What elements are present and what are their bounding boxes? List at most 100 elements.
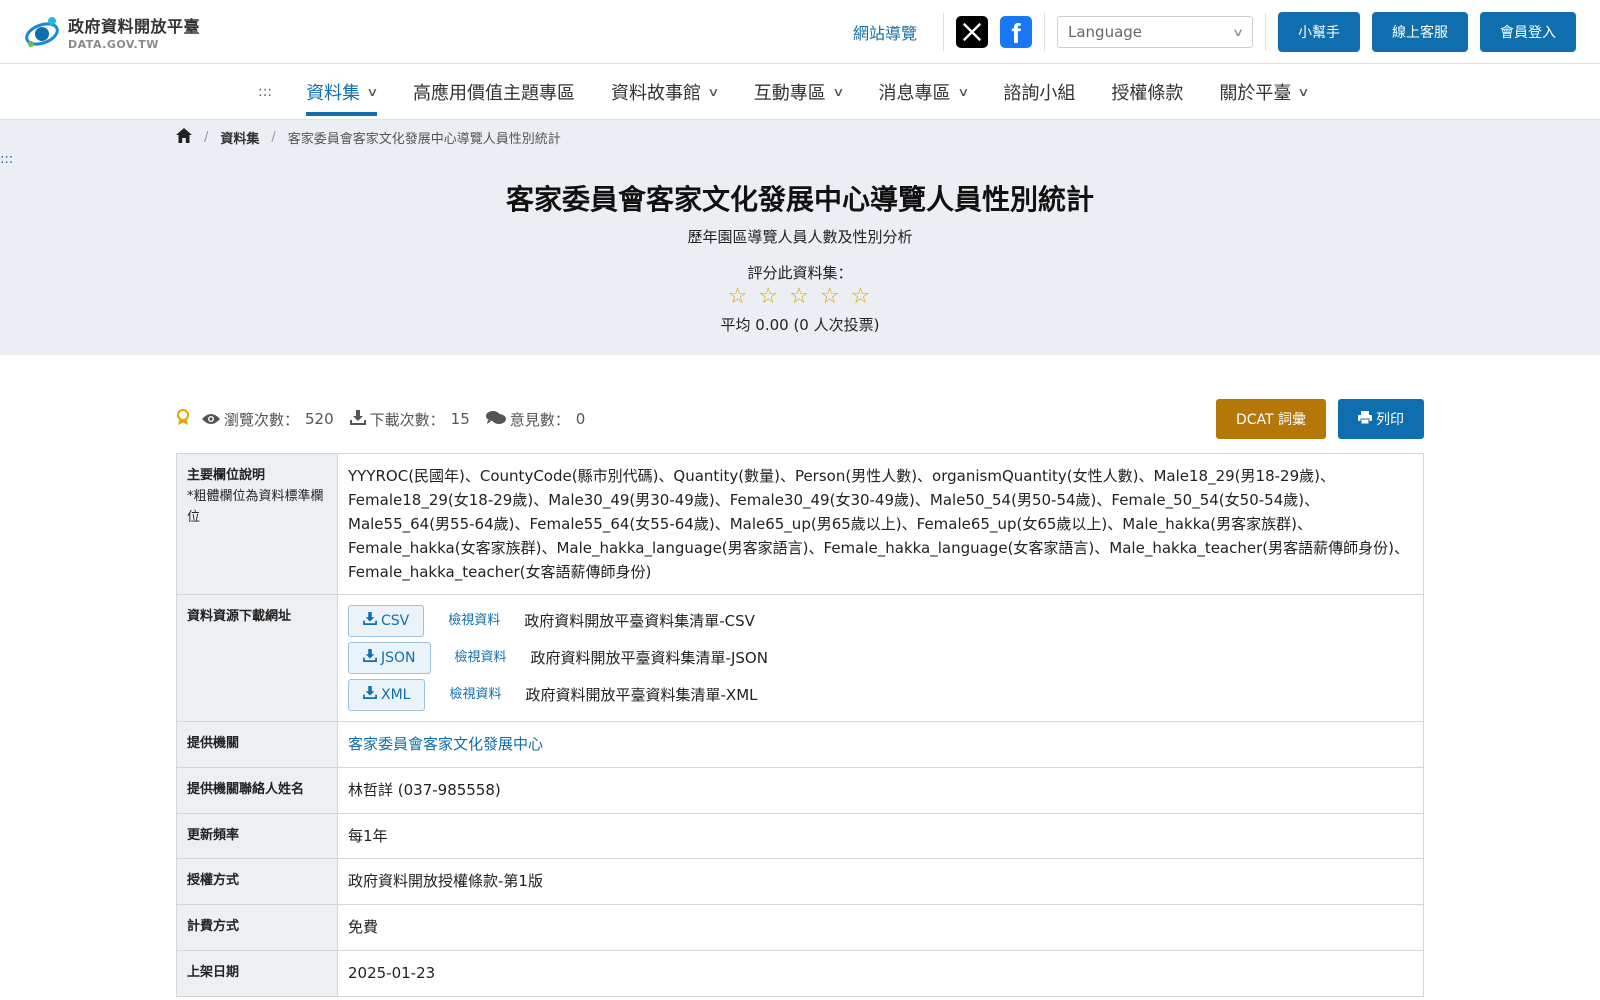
breadcrumb-current: 客家委員會客家文化發展中心導覽人員性別統計 — [287, 132, 561, 147]
site-logo[interactable]: 政府資料開放平臺 DATA.GOV.TW — [22, 12, 200, 52]
nav-item-label: 高應用價值主題專區 — [412, 82, 575, 104]
rating-label: 評分此資料集： — [747, 264, 853, 282]
nav-item-label: 互動專區 — [753, 82, 826, 104]
breadcrumb-separator: / — [271, 130, 276, 145]
table-row: 主要欄位說明 *粗體欄位為資料標準欄位 YYYROC(民國年)、CountyCo… — [177, 454, 1423, 595]
download-csv-button[interactable]: CSV — [348, 605, 425, 637]
language-select[interactable]: Language ∨ — [1057, 16, 1253, 48]
nav-item-about[interactable]: 關於平臺 ∨ — [1219, 64, 1310, 120]
logo-subtitle: DATA.GOV.TW — [68, 38, 159, 51]
dcat-vocabulary-button[interactable]: DCAT 詞彙 — [1215, 399, 1326, 439]
table-row: 上架日期 2025-01-23 — [177, 950, 1423, 996]
nav-item-label: 關於平臺 — [1219, 82, 1292, 104]
dataset-hero: / 資料集 / 客家委員會客家文化發展中心導覽人員性別統計 ::: 客家委員會客… — [0, 120, 1600, 355]
nav-item-label: 諮詢小組 — [1003, 82, 1076, 104]
helper-button[interactable]: 小幫手 — [1278, 12, 1360, 52]
views-label: 瀏覽次數： — [224, 410, 300, 429]
views-stat: 瀏覽次數： 520 — [202, 409, 334, 430]
license-value: 政府資料開放授權條款-第1版 — [348, 872, 543, 891]
nav-item-data-stories[interactable]: 資料故事館 ∨ — [610, 64, 720, 120]
download-json-button[interactable]: JSON — [348, 642, 431, 674]
language-select-value: Language — [1068, 23, 1143, 41]
nav-item-datasets[interactable]: 資料集 ∨ — [306, 64, 379, 120]
view-data-link[interactable]: 檢視資料 — [449, 685, 501, 706]
divider — [1265, 13, 1266, 51]
nav-item-news[interactable]: 消息專區 ∨ — [879, 64, 970, 120]
x-logo-icon[interactable] — [956, 16, 988, 48]
star-icon[interactable]: ☆ — [758, 284, 780, 309]
nav-item-advisory[interactable]: 諮詢小組 — [1003, 64, 1075, 120]
table-row: 更新頻率 每1年 — [177, 813, 1423, 860]
provider-link[interactable]: 客家委員會客家文化發展中心 — [348, 735, 543, 753]
views-count: 520 — [305, 410, 334, 428]
download-icon — [363, 684, 377, 706]
nav-item-label: 資料故事館 — [610, 82, 701, 104]
nav-item-high-value[interactable]: 高應用價值主題專區 — [413, 64, 575, 120]
nav-item-interactive[interactable]: 互動專區 ∨ — [753, 64, 845, 120]
dataset-details-table: 主要欄位說明 *粗體欄位為資料標準欄位 YYYROC(民國年)、CountyCo… — [176, 453, 1424, 997]
logo-title: 政府資料開放平臺 — [68, 17, 201, 36]
breadcrumb: / 資料集 / 客家委員會客家文化發展中心導覽人員性別統計 — [176, 128, 561, 147]
download-icon — [363, 610, 377, 632]
star-icon[interactable]: ☆ — [728, 284, 750, 309]
member-login-button[interactable]: 會員登入 — [1480, 12, 1576, 52]
table-row: 提供機關 客家委員會客家文化發展中心 — [177, 722, 1423, 768]
logo-mark-icon — [22, 12, 64, 52]
star-icon[interactable]: ☆ — [789, 284, 811, 309]
eye-icon — [202, 410, 220, 429]
download-icon — [349, 409, 366, 429]
resource-name: 政府資料開放平臺資料集清單-XML — [525, 686, 758, 704]
chevron-down-icon: ∨ — [831, 84, 845, 99]
star-rating: ☆ ☆ ☆ ☆ ☆ — [0, 284, 1600, 309]
view-data-link[interactable]: 檢視資料 — [448, 611, 500, 632]
main-fields-note: *粗體欄位為資料標準欄位 — [187, 488, 324, 525]
resource-item: CSV 檢視資料 政府資料開放平臺資料集清單-CSV — [348, 605, 1413, 637]
fee-label: 計費方式 — [177, 905, 338, 950]
comments-label: 意見數： — [509, 410, 570, 429]
medal-icon — [176, 408, 190, 430]
resource-item: JSON 檢視資料 政府資料開放平臺資料集清單-JSON — [348, 642, 1413, 674]
dataset-description: 歷年園區導覽人員人數及性別分析 — [687, 228, 913, 246]
page-title: 客家委員會客家文化發展中心導覽人員性別統計 — [505, 183, 1094, 216]
publish-date-value: 2025-01-23 — [348, 963, 436, 982]
table-row: 計費方式 免費 — [177, 905, 1423, 951]
printer-icon — [1358, 410, 1372, 428]
format-label: JSON — [381, 649, 416, 666]
format-label: CSV — [381, 612, 410, 629]
facebook-logo-icon[interactable]: f — [1000, 16, 1032, 49]
star-icon[interactable]: ☆ — [820, 284, 842, 309]
content-accesskey-anchor[interactable]: ::: — [0, 152, 13, 167]
contact-value: 林哲詳 (037-985558) — [348, 780, 501, 799]
online-service-button[interactable]: 線上客服 — [1372, 12, 1468, 52]
nav-item-license[interactable]: 授權條款 — [1111, 64, 1183, 120]
download-url-label: 資料資源下載網址 — [177, 595, 338, 721]
contact-label: 提供機關聯絡人姓名 — [177, 767, 338, 813]
chevron-down-icon: ∨ — [1231, 25, 1245, 39]
print-button[interactable]: 列印 — [1338, 399, 1424, 439]
print-label: 列印 — [1376, 412, 1404, 428]
download-xml-button[interactable]: XML — [348, 679, 426, 711]
site-header: 政府資料開放平臺 DATA.GOV.TW 網站導覽 f Language ∨ 小… — [0, 0, 1600, 64]
chevron-down-icon: ∨ — [1297, 84, 1310, 99]
download-icon — [363, 647, 377, 669]
view-data-link[interactable]: 檢視資料 — [455, 648, 507, 669]
row-header: 主要欄位說明 *粗體欄位為資料標準欄位 — [177, 454, 338, 594]
home-icon[interactable] — [176, 128, 192, 147]
comments-stat: 意見數： 0 — [485, 409, 585, 430]
table-row: 資料資源下載網址 CSV 檢視資料 政府資料開放平臺資料集清單-CSV JSON — [177, 595, 1423, 722]
nav-accesskey-anchor[interactable]: ::: — [258, 84, 272, 100]
main-fields-label: 主要欄位說明 — [187, 468, 266, 483]
license-label: 授權方式 — [177, 859, 338, 905]
frequency-value: 每1年 — [348, 826, 388, 845]
table-row: 授權方式 政府資料開放授權條款-第1版 — [177, 859, 1423, 906]
publish-date-label: 上架日期 — [177, 950, 338, 996]
star-icon[interactable]: ☆ — [851, 284, 873, 309]
resource-name: 政府資料開放平臺資料集清單-CSV — [524, 612, 755, 630]
divider — [1044, 13, 1045, 51]
format-label: XML — [381, 686, 411, 703]
nav-item-label: 資料集 — [306, 82, 361, 104]
breadcrumb-datasets[interactable]: 資料集 — [220, 128, 259, 147]
downloads-label: 下載次數： — [369, 410, 445, 429]
sitemap-link[interactable]: 網站導覽 — [853, 20, 917, 44]
breadcrumb-separator: / — [204, 130, 209, 145]
